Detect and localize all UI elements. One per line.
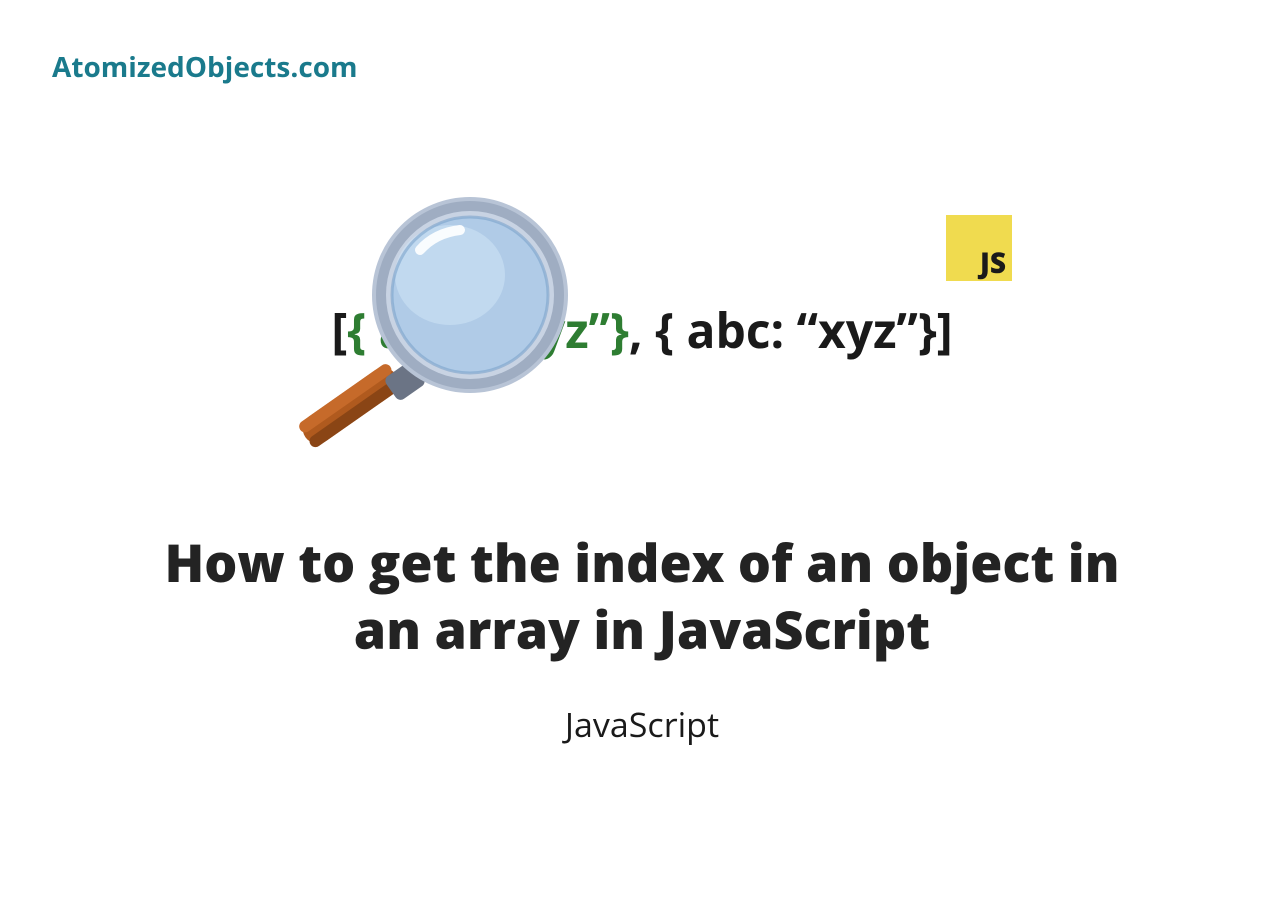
hero-section: JS [{ abc: “xyz”}, { abc: “xyz”}]: [0, 200, 1284, 747]
code-illustration: JS [{ abc: “xyz”}, { abc: “xyz”}]: [0, 200, 1284, 460]
article-category: JavaScript: [565, 701, 719, 747]
code-object-1: { abc: “xyz”}: [347, 298, 629, 363]
js-logo-badge: JS: [946, 215, 1012, 281]
js-logo-text: JS: [980, 249, 1006, 277]
bracket-open: [: [331, 298, 347, 363]
article-title: How to get the index of an object in an …: [162, 530, 1122, 663]
site-name-link[interactable]: AtomizedObjects.com: [52, 48, 358, 86]
code-comma: ,: [629, 298, 655, 363]
bracket-close: ]: [937, 298, 953, 363]
code-snippet: [{ abc: “xyz”}, { abc: “xyz”}]: [331, 298, 952, 363]
code-object-2: { abc: “xyz”}: [655, 298, 937, 363]
